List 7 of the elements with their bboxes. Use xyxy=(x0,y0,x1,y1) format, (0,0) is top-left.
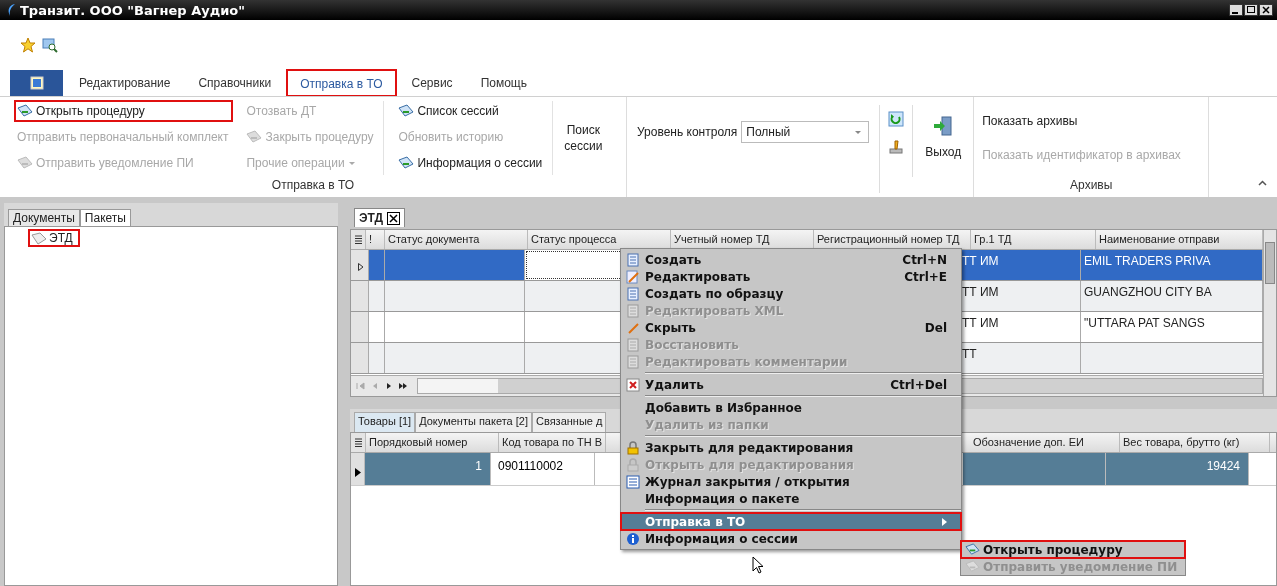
control-level-label: Уровень контроля xyxy=(637,124,738,141)
table-cell: 1 xyxy=(365,453,491,485)
table-cell: 19424 xyxy=(1106,453,1249,485)
window-title: Транзит. ООО "Вагнер Аудио" xyxy=(20,2,245,18)
group-caption: Отправка в ТО xyxy=(270,177,356,194)
table-cell: 0901110002 xyxy=(495,453,595,485)
group-caption: Архивы xyxy=(1069,177,1114,194)
